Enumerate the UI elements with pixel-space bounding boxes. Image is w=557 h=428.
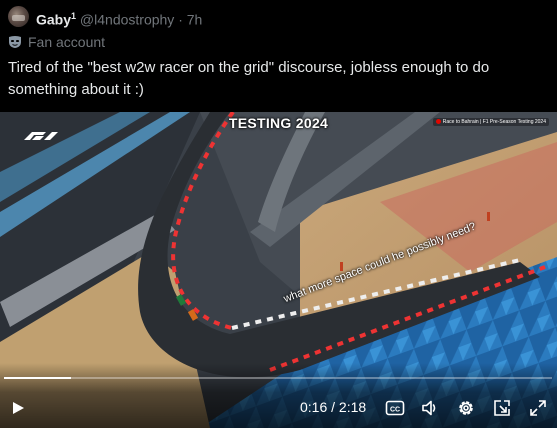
time-separator: /	[327, 399, 339, 415]
mask-icon	[8, 35, 22, 49]
avatar[interactable]	[8, 6, 29, 27]
broadcast-tag: Race to Bahrain | F1 Pre-Season Testing …	[432, 118, 549, 126]
popout-icon	[494, 400, 510, 416]
play-icon	[13, 402, 24, 414]
duration: 2:18	[338, 399, 367, 415]
volume-button[interactable]	[420, 398, 440, 418]
author-row: Gaby1 @l4ndostrophy · 7h	[36, 8, 202, 29]
f1-logo-icon	[22, 129, 60, 147]
user-handle[interactable]: @l4ndostrophy	[80, 12, 174, 28]
display-name[interactable]: Gaby	[36, 12, 71, 28]
scrubber-progress	[4, 377, 71, 379]
post-time[interactable]: 7h	[187, 12, 203, 28]
settings-button[interactable]	[456, 398, 476, 418]
captions-label: CC	[390, 407, 400, 414]
popout-button[interactable]	[492, 398, 512, 418]
volume-icon	[422, 400, 436, 416]
video-scrubber[interactable]	[4, 377, 552, 379]
current-time: 0:16	[300, 399, 328, 415]
closed-captions-icon: CC	[385, 400, 405, 416]
name-superscript: 1	[71, 11, 77, 21]
post-text: Tired of the "best w2w racer on the grid…	[8, 59, 490, 98]
captions-button[interactable]: CC	[385, 398, 405, 418]
live-dot-icon	[435, 119, 441, 124]
time-display: 0:16 / 2:18	[300, 399, 366, 415]
affiliation-label: Fan account	[8, 34, 105, 51]
gear-icon	[459, 401, 473, 415]
broadcast-tag-text: Race to Bahrain | F1 Pre-Season Testing …	[442, 119, 546, 125]
fullscreen-button[interactable]	[528, 398, 548, 418]
fullscreen-icon	[530, 400, 546, 416]
play-button[interactable]	[11, 401, 25, 415]
separator: ·	[178, 11, 183, 28]
affiliation-text[interactable]: Fan account	[28, 34, 105, 50]
video-controls: 0:16 / 2:18 CC	[0, 363, 557, 428]
post-header: Gaby1 @l4ndostrophy · 7h Fan account Tir…	[0, 0, 557, 112]
